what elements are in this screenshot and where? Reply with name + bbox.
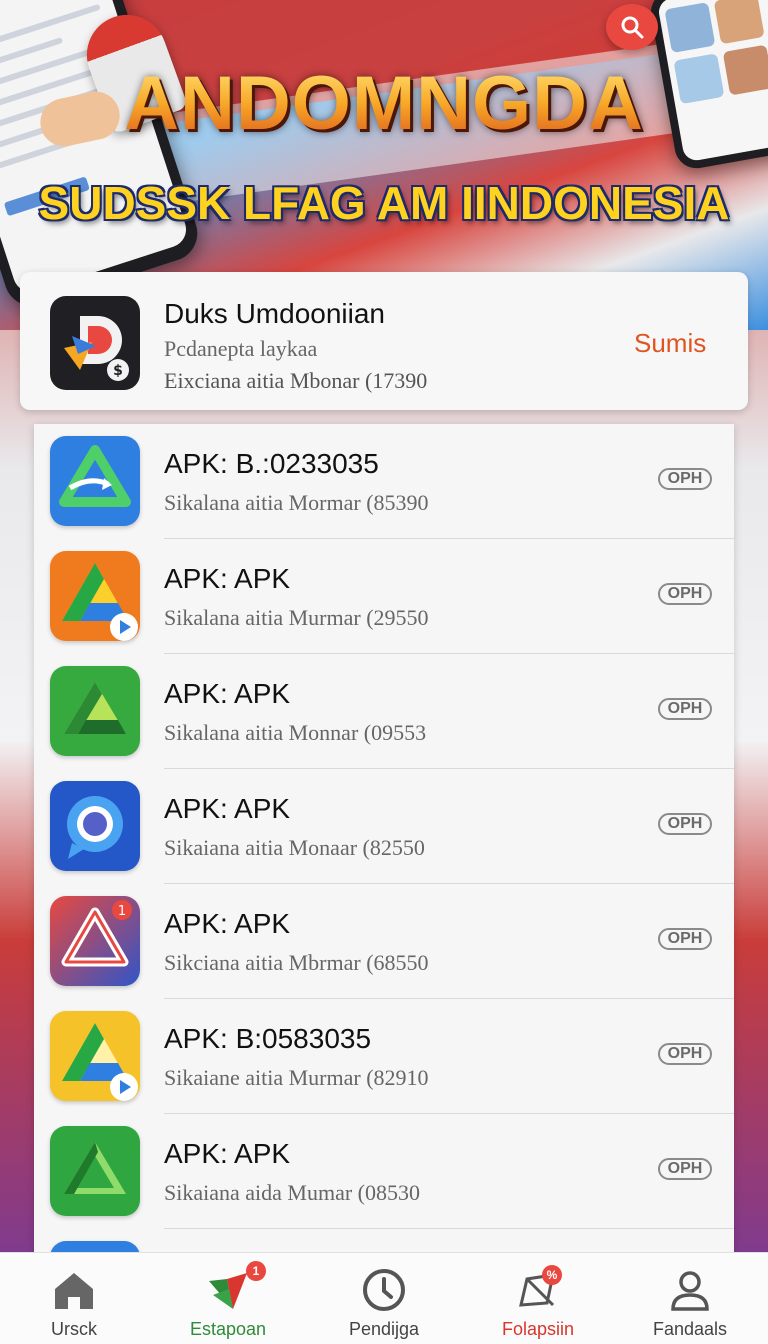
list-item[interactable]: APK: APK Sikalana aitia Murmar (29550 OP…	[34, 539, 734, 654]
list-item[interactable]: APK: APK Sikaiana aitia Monaar (82550 OP…	[34, 769, 734, 884]
open-button[interactable]: OPH	[658, 1043, 712, 1065]
app-desc: Sikaiana aida Mumar (08530	[164, 1180, 420, 1205]
nav-item-home[interactable]: Ursck	[4, 1253, 144, 1344]
nav-label: Pendijga	[348, 1319, 420, 1339]
banner-subtitle: SUDSSK LFAG AM IINDONESIA	[38, 177, 730, 229]
chat-bubble-icon	[50, 781, 140, 871]
app-name: APK: APK	[164, 793, 291, 824]
nav-item-estapoan[interactable]: 1 Estapoan	[158, 1253, 298, 1344]
search-button[interactable]	[606, 4, 658, 50]
drive-green-dark-icon	[50, 1126, 140, 1216]
clock-play-icon	[363, 1269, 405, 1311]
nav-item-folapsiin[interactable]: % Folapsiin	[468, 1253, 608, 1344]
nav-label: Ursck	[51, 1319, 97, 1339]
nav-label: Estapoan	[189, 1319, 267, 1339]
app-list: APK: B.:0233035 Sikalana aitia Mormar (8…	[34, 424, 734, 1284]
drive-blue-icon	[50, 436, 140, 526]
featured-app-title: Duks Umdooniian	[164, 298, 385, 329]
search-icon	[621, 16, 644, 39]
nav-item-fandaals[interactable]: Fandaals	[620, 1253, 760, 1344]
promo-badge: %	[542, 1265, 562, 1285]
nav-label: Folapsiin	[501, 1319, 575, 1339]
list-item[interactable]: APK: B.:0233035 Sikalana aitia Mormar (8…	[34, 424, 734, 539]
nav-item-pendijga[interactable]: Pendijga	[314, 1253, 454, 1344]
app-name: APK: B.:0233035	[164, 448, 379, 479]
featured-app-card[interactable]: $ Duks Umdooniian Pcdanepta laykaa Eixci…	[20, 272, 748, 410]
app-name: APK: B:0583035	[164, 1023, 372, 1054]
drive-red-icon: 1	[50, 896, 140, 986]
drive-green-icon	[50, 666, 140, 756]
svg-text:1: 1	[118, 904, 126, 919]
app-desc: Sikalana aitia Mormar (85390	[164, 490, 429, 515]
list-item[interactable]: APK: APK Sikalana aitia Monnar (09553 OP…	[34, 654, 734, 769]
app-name: APK: APK	[164, 908, 291, 939]
app-desc: Sikaiane aitia Murmar (82910	[164, 1065, 429, 1090]
drive-yellow-icon	[50, 1011, 140, 1101]
open-button[interactable]: OPH	[658, 468, 712, 490]
app-desc: Sikaiana aitia Monaar (82550	[164, 835, 425, 860]
featured-app-meta: Eixciana aitia Mbonar (17390	[164, 368, 428, 393]
svg-text:$: $	[113, 363, 123, 379]
list-item[interactable]: 1 APK: APK Sikciana aitia Mbrmar (68550 …	[34, 884, 734, 999]
notification-badge: 1	[246, 1261, 266, 1281]
home-icon	[55, 1273, 93, 1309]
app-desc: Sikalana aitia Murmar (29550	[164, 605, 429, 630]
open-button[interactable]: OPH	[658, 583, 712, 605]
open-button[interactable]: OPH	[658, 698, 712, 720]
app-name: APK: APK	[164, 563, 291, 594]
open-button[interactable]: OPH	[658, 928, 712, 950]
app-d-icon: $	[50, 296, 140, 390]
nav-label: Fandaals	[652, 1319, 728, 1339]
featured-app-subtitle: Pcdanepta laykaa	[164, 336, 318, 361]
app-desc: Sikalana aitia Monnar (09553	[164, 720, 427, 745]
app-name: APK: APK	[164, 678, 291, 709]
open-button[interactable]: OPH	[658, 1158, 712, 1180]
app-name: APK: APK	[164, 1138, 291, 1169]
banner-title: ANDOMNGDA	[0, 60, 768, 147]
user-icon	[671, 1271, 709, 1311]
list-item[interactable]: APK: APK Sikaiana aida Mumar (08530 OPH	[34, 1114, 734, 1229]
app-desc: Sikciana aitia Mbrmar (68550	[164, 950, 429, 975]
drive-play-icon	[50, 551, 140, 641]
list-item[interactable]: APK: B:0583035 Sikaiane aitia Murmar (82…	[34, 999, 734, 1114]
bottom-nav: Ursck 1 Estapoan Pendijga % Folapsiin Fa…	[0, 1252, 768, 1344]
featured-action-link[interactable]: Sumis	[634, 328, 706, 359]
open-button[interactable]: OPH	[658, 813, 712, 835]
